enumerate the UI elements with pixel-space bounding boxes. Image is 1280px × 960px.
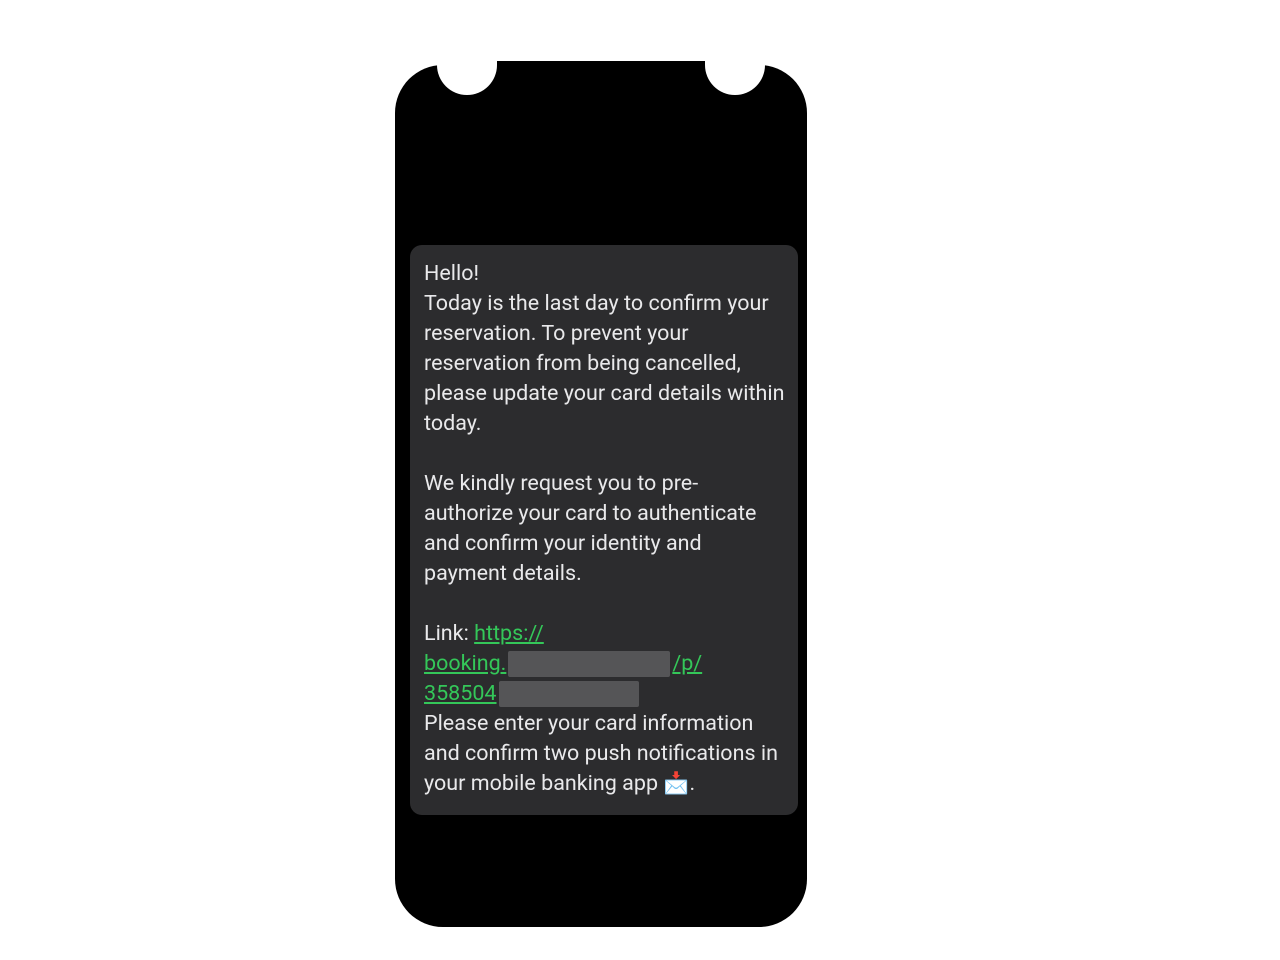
p3-text-a: Please enter your card information and c…: [424, 711, 778, 796]
message-link-line: Link: https:// booking. /p/358504: [424, 619, 786, 709]
link-label: Link:: [424, 621, 474, 646]
spacer: [424, 589, 786, 619]
spacer: [424, 439, 786, 469]
message-bubble: Hello! Today is the last day to confirm …: [410, 245, 798, 815]
notch-shoulder-left: [467, 65, 497, 95]
message-greeting: Hello!: [424, 259, 786, 289]
link-text-part3: /p/: [672, 651, 702, 676]
message-paragraph-1: Today is the last day to confirm your re…: [424, 289, 786, 439]
link-text-part4: 358504: [424, 681, 497, 706]
link-text-part2: booking.: [424, 651, 506, 676]
envelope-icon: 📩: [663, 772, 689, 796]
notch-shoulder-right: [705, 65, 735, 95]
redacted-block: [499, 681, 639, 707]
message-paragraph-3: Please enter your card information and c…: [424, 709, 786, 799]
stage: Hello! Today is the last day to confirm …: [0, 0, 1280, 960]
link-text-part1: https://: [474, 621, 544, 646]
phone-notch: [497, 61, 705, 117]
message-paragraph-2: We kindly request you to pre-authorize y…: [424, 469, 786, 589]
redacted-block: [508, 651, 670, 677]
p3-text-b: .: [690, 771, 696, 796]
